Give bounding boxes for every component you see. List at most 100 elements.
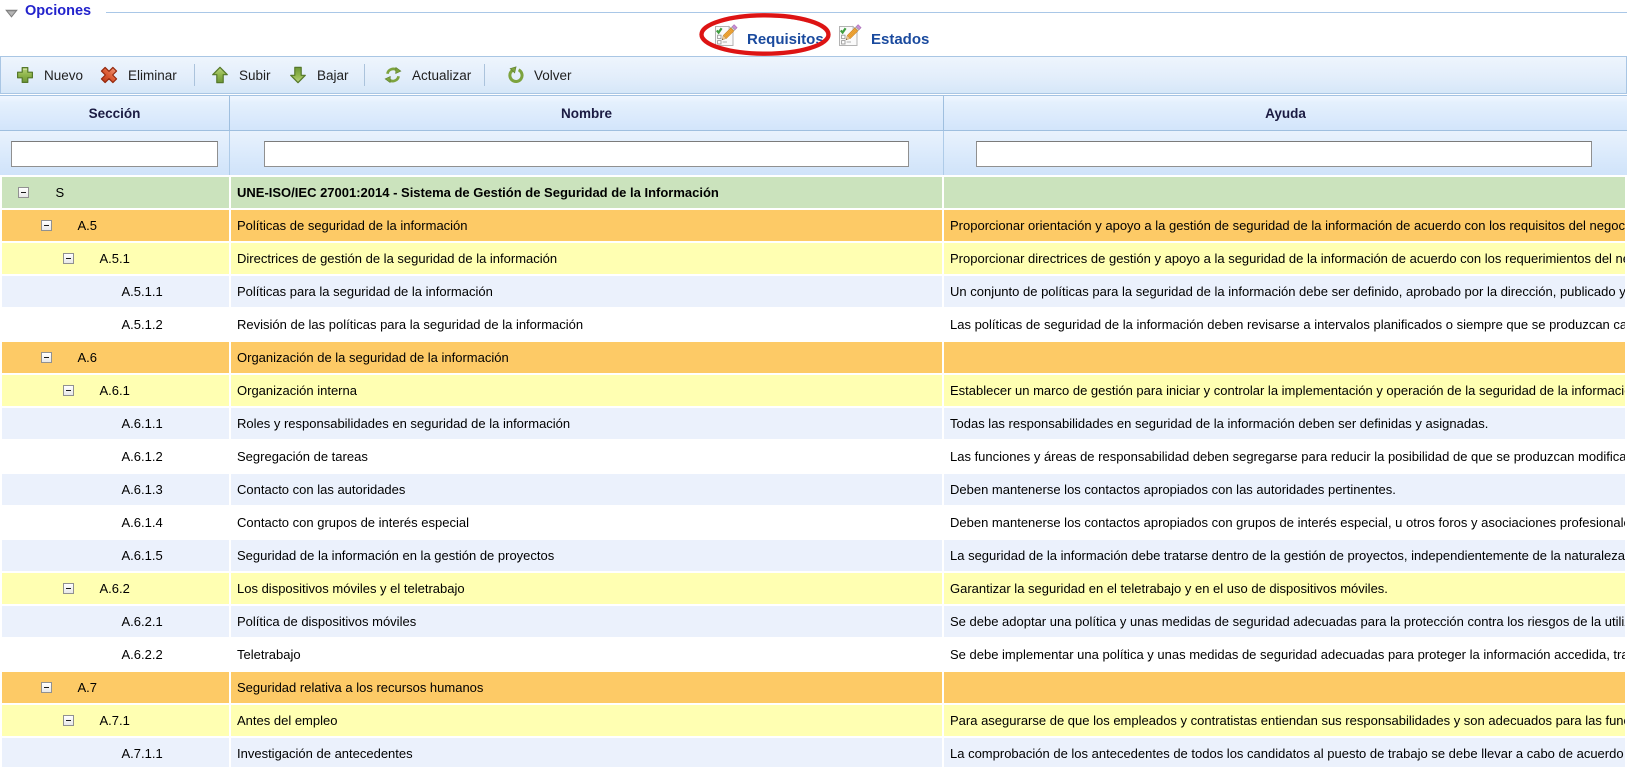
filter-input-seccion[interactable] — [11, 141, 218, 167]
collapse-node-icon[interactable] — [41, 682, 52, 693]
toolbar-separator — [364, 64, 365, 86]
table-row[interactable]: A.7Seguridad relativa a los recursos hum… — [2, 672, 1625, 703]
bajar-button[interactable]: Bajar — [289, 60, 349, 90]
collapse-panel-icon[interactable] — [5, 9, 18, 18]
name-cell: Directrices de gestión de la seguridad d… — [231, 243, 942, 274]
section-cell: A.6.2 — [2, 573, 229, 604]
eliminar-button[interactable]: Eliminar — [100, 60, 177, 90]
nuevo-button[interactable]: Nuevo — [16, 60, 83, 90]
table-row[interactable]: A.6.1.2Segregación de tareasLas funcione… — [2, 441, 1625, 472]
name-cell: Teletrabajo — [231, 639, 942, 670]
filter-cell-nombre — [229, 131, 943, 175]
column-header-ayuda[interactable]: Ayuda — [943, 96, 1627, 130]
toolbar: Nuevo Eliminar Subir Bajar Actualizar Volver — [0, 56, 1627, 94]
section-code: A.6.1.4 — [122, 507, 163, 538]
name-cell: Política de dispositivos móviles — [231, 606, 942, 637]
table-row[interactable]: A.6.2Los dispositivos móviles y el telet… — [2, 573, 1625, 604]
table-row[interactable]: A.6Organización de la seguridad de la in… — [2, 342, 1625, 373]
section-code: A.7.1 — [100, 705, 130, 736]
filter-input-ayuda[interactable] — [976, 141, 1592, 167]
name-cell: Contacto con las autoridades — [231, 474, 942, 505]
section-cell: A.6.1.4 — [2, 507, 229, 538]
name-cell: UNE-ISO/IEC 27001:2014 - Sistema de Gest… — [231, 177, 942, 208]
refresh-icon — [384, 66, 402, 84]
table-row[interactable]: A.7.1Antes del empleoPara asegurarse de … — [2, 705, 1625, 736]
name-cell: Seguridad de la información en la gestió… — [231, 540, 942, 571]
collapse-node-icon[interactable] — [63, 583, 74, 594]
table-row[interactable]: A.5.1.2Revisión de las políticas para la… — [2, 309, 1625, 340]
grid-header: Sección Nombre Ayuda — [0, 95, 1627, 131]
filter-cell-seccion — [0, 131, 229, 175]
section-cell: A.7.1 — [2, 705, 229, 736]
actualizar-button[interactable]: Actualizar — [384, 60, 471, 90]
section-cell: S — [2, 177, 229, 208]
arrow-down-icon — [289, 66, 307, 84]
column-header-nombre[interactable]: Nombre — [229, 96, 943, 130]
edit-document-icon — [837, 23, 862, 49]
table-row[interactable]: A.7.1.1Investigación de antecedentesLa c… — [2, 738, 1625, 767]
section-cell: A.6.1.2 — [2, 441, 229, 472]
grid-filter-row — [0, 131, 1627, 175]
table-row[interactable]: A.6.2.1Política de dispositivos móvilesS… — [2, 606, 1625, 637]
help-cell: Garantizar la seguridad en el teletrabaj… — [944, 573, 1625, 604]
estados-button[interactable]: Estados — [837, 23, 929, 49]
requisitos-label: Requisitos — [747, 31, 824, 49]
section-cell: A.6.1.3 — [2, 474, 229, 505]
name-cell: Políticas de seguridad de la información — [231, 210, 942, 241]
section-code: A.6.2.2 — [122, 639, 163, 670]
collapse-node-icon[interactable] — [63, 253, 74, 264]
table-row[interactable]: A.6.1.5Seguridad de la información en la… — [2, 540, 1625, 571]
name-cell: Organización interna — [231, 375, 942, 406]
requirements-tree-grid: SUNE-ISO/IEC 27001:2014 - Sistema de Ges… — [0, 175, 1627, 767]
name-cell: Revisión de las políticas para la seguri… — [231, 309, 942, 340]
section-code: A.5 — [78, 210, 98, 241]
name-cell: Organización de la seguridad de la infor… — [231, 342, 942, 373]
table-row[interactable]: A.6.1.3 Contacto con las autoridadesDeben… — [2, 474, 1625, 505]
collapse-node-icon[interactable] — [41, 220, 52, 231]
panel-divider — [106, 12, 1627, 13]
section-code: A.6.1.1 — [122, 408, 163, 439]
collapse-node-icon[interactable] — [18, 187, 29, 198]
table-row[interactable]: A.6.1Organización internaEstablecer un m… — [2, 375, 1625, 406]
help-cell: Proporcionar directrices de gestión y ap… — [944, 243, 1625, 274]
help-cell: Proporcionar orientación y apoyo a la ge… — [944, 210, 1625, 241]
table-row[interactable]: A.5.1.1Políticas para la seguridad de la… — [2, 276, 1625, 307]
section-cell: A.6.2.1 — [2, 606, 229, 637]
help-cell: Deben mantenerse los contactos apropiado… — [944, 474, 1625, 505]
help-cell — [944, 672, 1625, 703]
column-header-seccion[interactable]: Sección — [0, 96, 229, 130]
filter-cell-ayuda — [943, 131, 1627, 175]
table-row[interactable]: A.6.1.1 Roles y responsabilidades en segu… — [2, 408, 1625, 439]
table-row[interactable]: A.6.2.2TeletrabajoSe debe implementar un… — [2, 639, 1625, 670]
column-header-label: Nombre — [561, 106, 612, 121]
section-cell: A.5 — [2, 210, 229, 241]
estados-label: Estados — [871, 31, 929, 49]
toolbar-separator — [484, 64, 485, 86]
subir-button[interactable]: Subir — [211, 60, 271, 90]
undo-icon — [506, 66, 524, 84]
help-cell: Todas las responsabilidades en seguridad… — [944, 408, 1625, 439]
section-code: A.6.1.2 — [122, 441, 163, 472]
edit-document-icon — [713, 23, 738, 49]
table-row[interactable]: SUNE-ISO/IEC 27001:2014 - Sistema de Ges… — [2, 177, 1625, 208]
column-header-label: Sección — [89, 106, 141, 121]
nuevo-label: Nuevo — [44, 68, 83, 83]
section-code: A.6.1 — [100, 375, 130, 406]
name-cell: Contacto con grupos de interés especial — [231, 507, 942, 538]
actualizar-label: Actualizar — [412, 68, 471, 83]
section-code: A.7 — [78, 672, 98, 703]
cross-icon — [100, 66, 118, 84]
section-code: A.6.1.3 — [122, 474, 163, 505]
collapse-node-icon[interactable] — [63, 715, 74, 726]
name-cell: Roles y responsabilidades en seguridad d… — [231, 408, 942, 439]
filter-input-nombre[interactable] — [264, 141, 909, 167]
requisitos-button[interactable]: Requisitos — [713, 23, 824, 49]
collapse-node-icon[interactable] — [63, 385, 74, 396]
section-code: A.5.1 — [100, 243, 130, 274]
table-row[interactable]: A.5 Políticas de seguridad de la informac… — [2, 210, 1625, 241]
table-row[interactable]: A.6.1.4 Contacto con grupos de interés es… — [2, 507, 1625, 538]
table-row[interactable]: A.5.1 Directrices de gestión de la seguri… — [2, 243, 1625, 274]
volver-button[interactable]: Volver — [506, 60, 572, 90]
help-cell: Se debe adoptar una política y unas medi… — [944, 606, 1625, 637]
collapse-node-icon[interactable] — [41, 352, 52, 363]
